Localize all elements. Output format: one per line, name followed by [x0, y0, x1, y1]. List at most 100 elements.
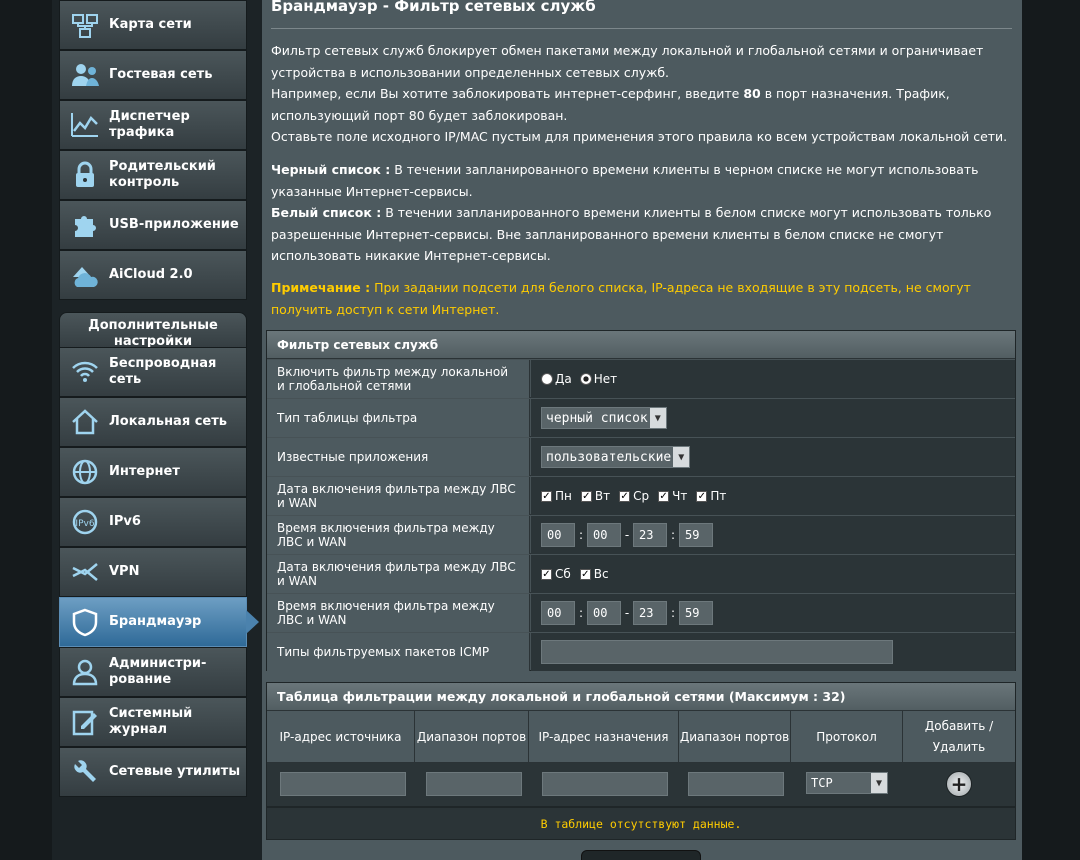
known-apps-row: Известные приложения пользовательские ▼ — [267, 438, 1015, 476]
sidebar-item-vpn[interactable]: VPN — [59, 547, 247, 597]
col-source-port: Диапазон портов — [415, 711, 529, 763]
protocol-select[interactable]: TCP ▼ — [806, 772, 888, 794]
sidebar-item-traffic-manager[interactable]: Диспетчер трафика — [59, 100, 247, 150]
wrench-icon — [60, 748, 109, 796]
sidebar-item-guest-network[interactable]: Гостевая сеть — [59, 50, 247, 100]
icmp-input[interactable] — [541, 640, 893, 664]
icmp-label: Типы фильтруемых пакетов ICMP — [267, 633, 530, 671]
sidebar-item-parental-control[interactable]: Родительский контроль — [59, 150, 247, 200]
weekday-date-label: Дата включения фильтра между ЛВС и WAN — [267, 477, 530, 515]
day-mon[interactable]: ✓ Пн — [541, 489, 572, 503]
sidebar-item-internet[interactable]: Интернет — [59, 447, 247, 497]
known-apps-select[interactable]: пользовательские ▼ — [541, 446, 691, 468]
ipv6-icon: IPv6 — [60, 498, 109, 546]
day-wed-checkbox[interactable]: ✓ — [619, 490, 631, 502]
service-filter-table: Фильтр сетевых служб Включить фильтр меж… — [266, 330, 1016, 671]
chevron-down-icon: ▼ — [649, 408, 666, 428]
day-fri[interactable]: ✓ Пт — [696, 489, 726, 503]
sidebar-item-label: Системный журнал — [109, 706, 193, 737]
weekend-end-hour-input[interactable]: 23 — [633, 601, 667, 625]
sidebar-item-lan[interactable]: Локальная сеть — [59, 397, 247, 447]
aicloud-icon — [60, 251, 109, 299]
filter-table-type-select[interactable]: черный список ▼ — [541, 407, 667, 429]
col-source-ip: IP-адрес источника — [267, 711, 415, 763]
day-thu-checkbox[interactable]: ✓ — [658, 490, 670, 502]
network-map-icon — [60, 1, 109, 49]
guest-network-icon — [60, 51, 109, 99]
weekend-start-minute-input[interactable]: 00 — [587, 601, 621, 625]
sidebar-item-label: USB-приложение — [109, 217, 239, 232]
note: Примечание : При задании подсети для бел… — [271, 280, 971, 317]
weekday-start-hour-input[interactable]: 00 — [541, 523, 575, 547]
sidebar-item-system-log[interactable]: Системный журнал — [59, 697, 247, 747]
wifi-icon — [60, 348, 109, 396]
home-icon — [60, 398, 109, 446]
col-dest-ip: IP-адрес назначения — [529, 711, 679, 763]
description: Фильтр сетевых служб блокирует обмен пак… — [271, 40, 1017, 148]
day-thu[interactable]: ✓ Чт — [658, 489, 687, 503]
empty-table-message: В таблице отсутствуют данные. — [266, 807, 1016, 840]
edit-icon — [60, 698, 109, 746]
svg-text:IPv6: IPv6 — [75, 519, 94, 529]
icmp-row: Типы фильтруемых пакетов ICMP — [267, 633, 1015, 671]
enable-filter-row: Включить фильтр между локальной и глобал… — [267, 360, 1015, 398]
source-port-input[interactable] — [426, 772, 522, 796]
add-rule-button[interactable]: + — [946, 771, 972, 797]
weekday-time-label: Время включения фильтра между ЛВС и WAN — [267, 516, 530, 554]
new-rule-row: TCP ▼ + — [267, 763, 1015, 806]
shield-icon — [60, 598, 109, 646]
sidebar-item-wireless[interactable]: Беспроводная сеть — [59, 347, 247, 397]
sidebar-item-label: Беспроводная сеть — [109, 356, 217, 387]
source-ip-input[interactable] — [280, 772, 406, 796]
sidebar-item-label: Диспетчер трафика — [109, 109, 190, 140]
service-filter-header: Фильтр сетевых служб — [267, 331, 1015, 359]
sidebar-item-ipv6[interactable]: IPv6 IPv6 — [59, 497, 247, 547]
enable-yes-label: Да — [555, 372, 572, 386]
sidebar-item-label: Родительский контроль — [109, 159, 216, 190]
sidebar-item-administration[interactable]: Администри- рование — [59, 647, 247, 697]
filter-table-type-label: Тип таблицы фильтра — [267, 399, 530, 437]
sidebar-item-network-map[interactable]: Карта сети — [59, 0, 247, 50]
blacklist-info: Черный список : В течении запланированно… — [271, 162, 979, 199]
desc-line-3: Оставьте поле исходного IP/MAC пустым дл… — [271, 129, 1008, 144]
weekend-start-hour-input[interactable]: 00 — [541, 601, 575, 625]
day-sat-checkbox[interactable]: ✓ — [541, 568, 552, 580]
day-wed[interactable]: ✓ Ср — [619, 489, 649, 503]
vpn-icon — [60, 548, 109, 596]
weekend-end-minute-input[interactable]: 59 — [679, 601, 713, 625]
table-header-row: IP-адрес источника Диапазон портов IP-ад… — [267, 711, 1015, 763]
weekday-date-row: Дата включения фильтра между ЛВС и WAN ✓… — [267, 477, 1015, 515]
sidebar-item-label: Локальная сеть — [109, 414, 227, 429]
sidebar-item-label: Сетевые утилиты — [109, 764, 241, 779]
weekday-start-minute-input[interactable]: 00 — [587, 523, 621, 547]
title-divider — [271, 28, 1012, 29]
sidebar-item-usb-app[interactable]: USB-приложение — [59, 200, 247, 250]
day-sun-checkbox[interactable]: ✓ — [579, 568, 591, 580]
sidebar-item-network-tools[interactable]: Сетевые утилиты — [59, 747, 247, 797]
dest-port-input[interactable] — [688, 772, 784, 796]
col-add-delete: Добавить / Удалить — [924, 719, 994, 754]
day-sun[interactable]: ✓ Вс — [579, 567, 609, 581]
apply-button[interactable] — [581, 850, 701, 860]
enable-no-radio[interactable] — [579, 373, 592, 385]
dest-ip-input[interactable] — [542, 772, 668, 796]
sidebar-item-aicloud[interactable]: AiCloud 2.0 — [59, 250, 247, 300]
weekday-end-minute-input[interactable]: 59 — [679, 523, 713, 547]
sidebar-item-label: Интернет — [109, 464, 180, 479]
user-icon — [60, 648, 109, 696]
advanced-settings-header: Дополнительные настройки — [59, 312, 247, 350]
sidebar-item-label: Гостевая сеть — [109, 67, 213, 82]
sidebar-item-firewall[interactable]: Брандмауэр — [59, 597, 259, 647]
col-protocol: Протокол — [791, 711, 903, 763]
lock-icon — [60, 151, 109, 199]
enable-yes-radio[interactable] — [541, 373, 553, 385]
day-fri-checkbox[interactable]: ✓ — [696, 490, 708, 502]
day-mon-checkbox[interactable]: ✓ — [541, 490, 552, 502]
weekday-end-hour-input[interactable]: 23 — [633, 523, 667, 547]
sidebar-item-label: Брандмауэр — [109, 614, 202, 629]
puzzle-icon — [60, 201, 109, 249]
day-sat[interactable]: ✓ Сб — [541, 567, 571, 581]
day-tue[interactable]: ✓ Вт — [580, 489, 610, 503]
day-tue-checkbox[interactable]: ✓ — [580, 490, 592, 502]
weekend-date-row: Дата включения фильтра между ЛВС и WAN ✓… — [267, 555, 1015, 593]
